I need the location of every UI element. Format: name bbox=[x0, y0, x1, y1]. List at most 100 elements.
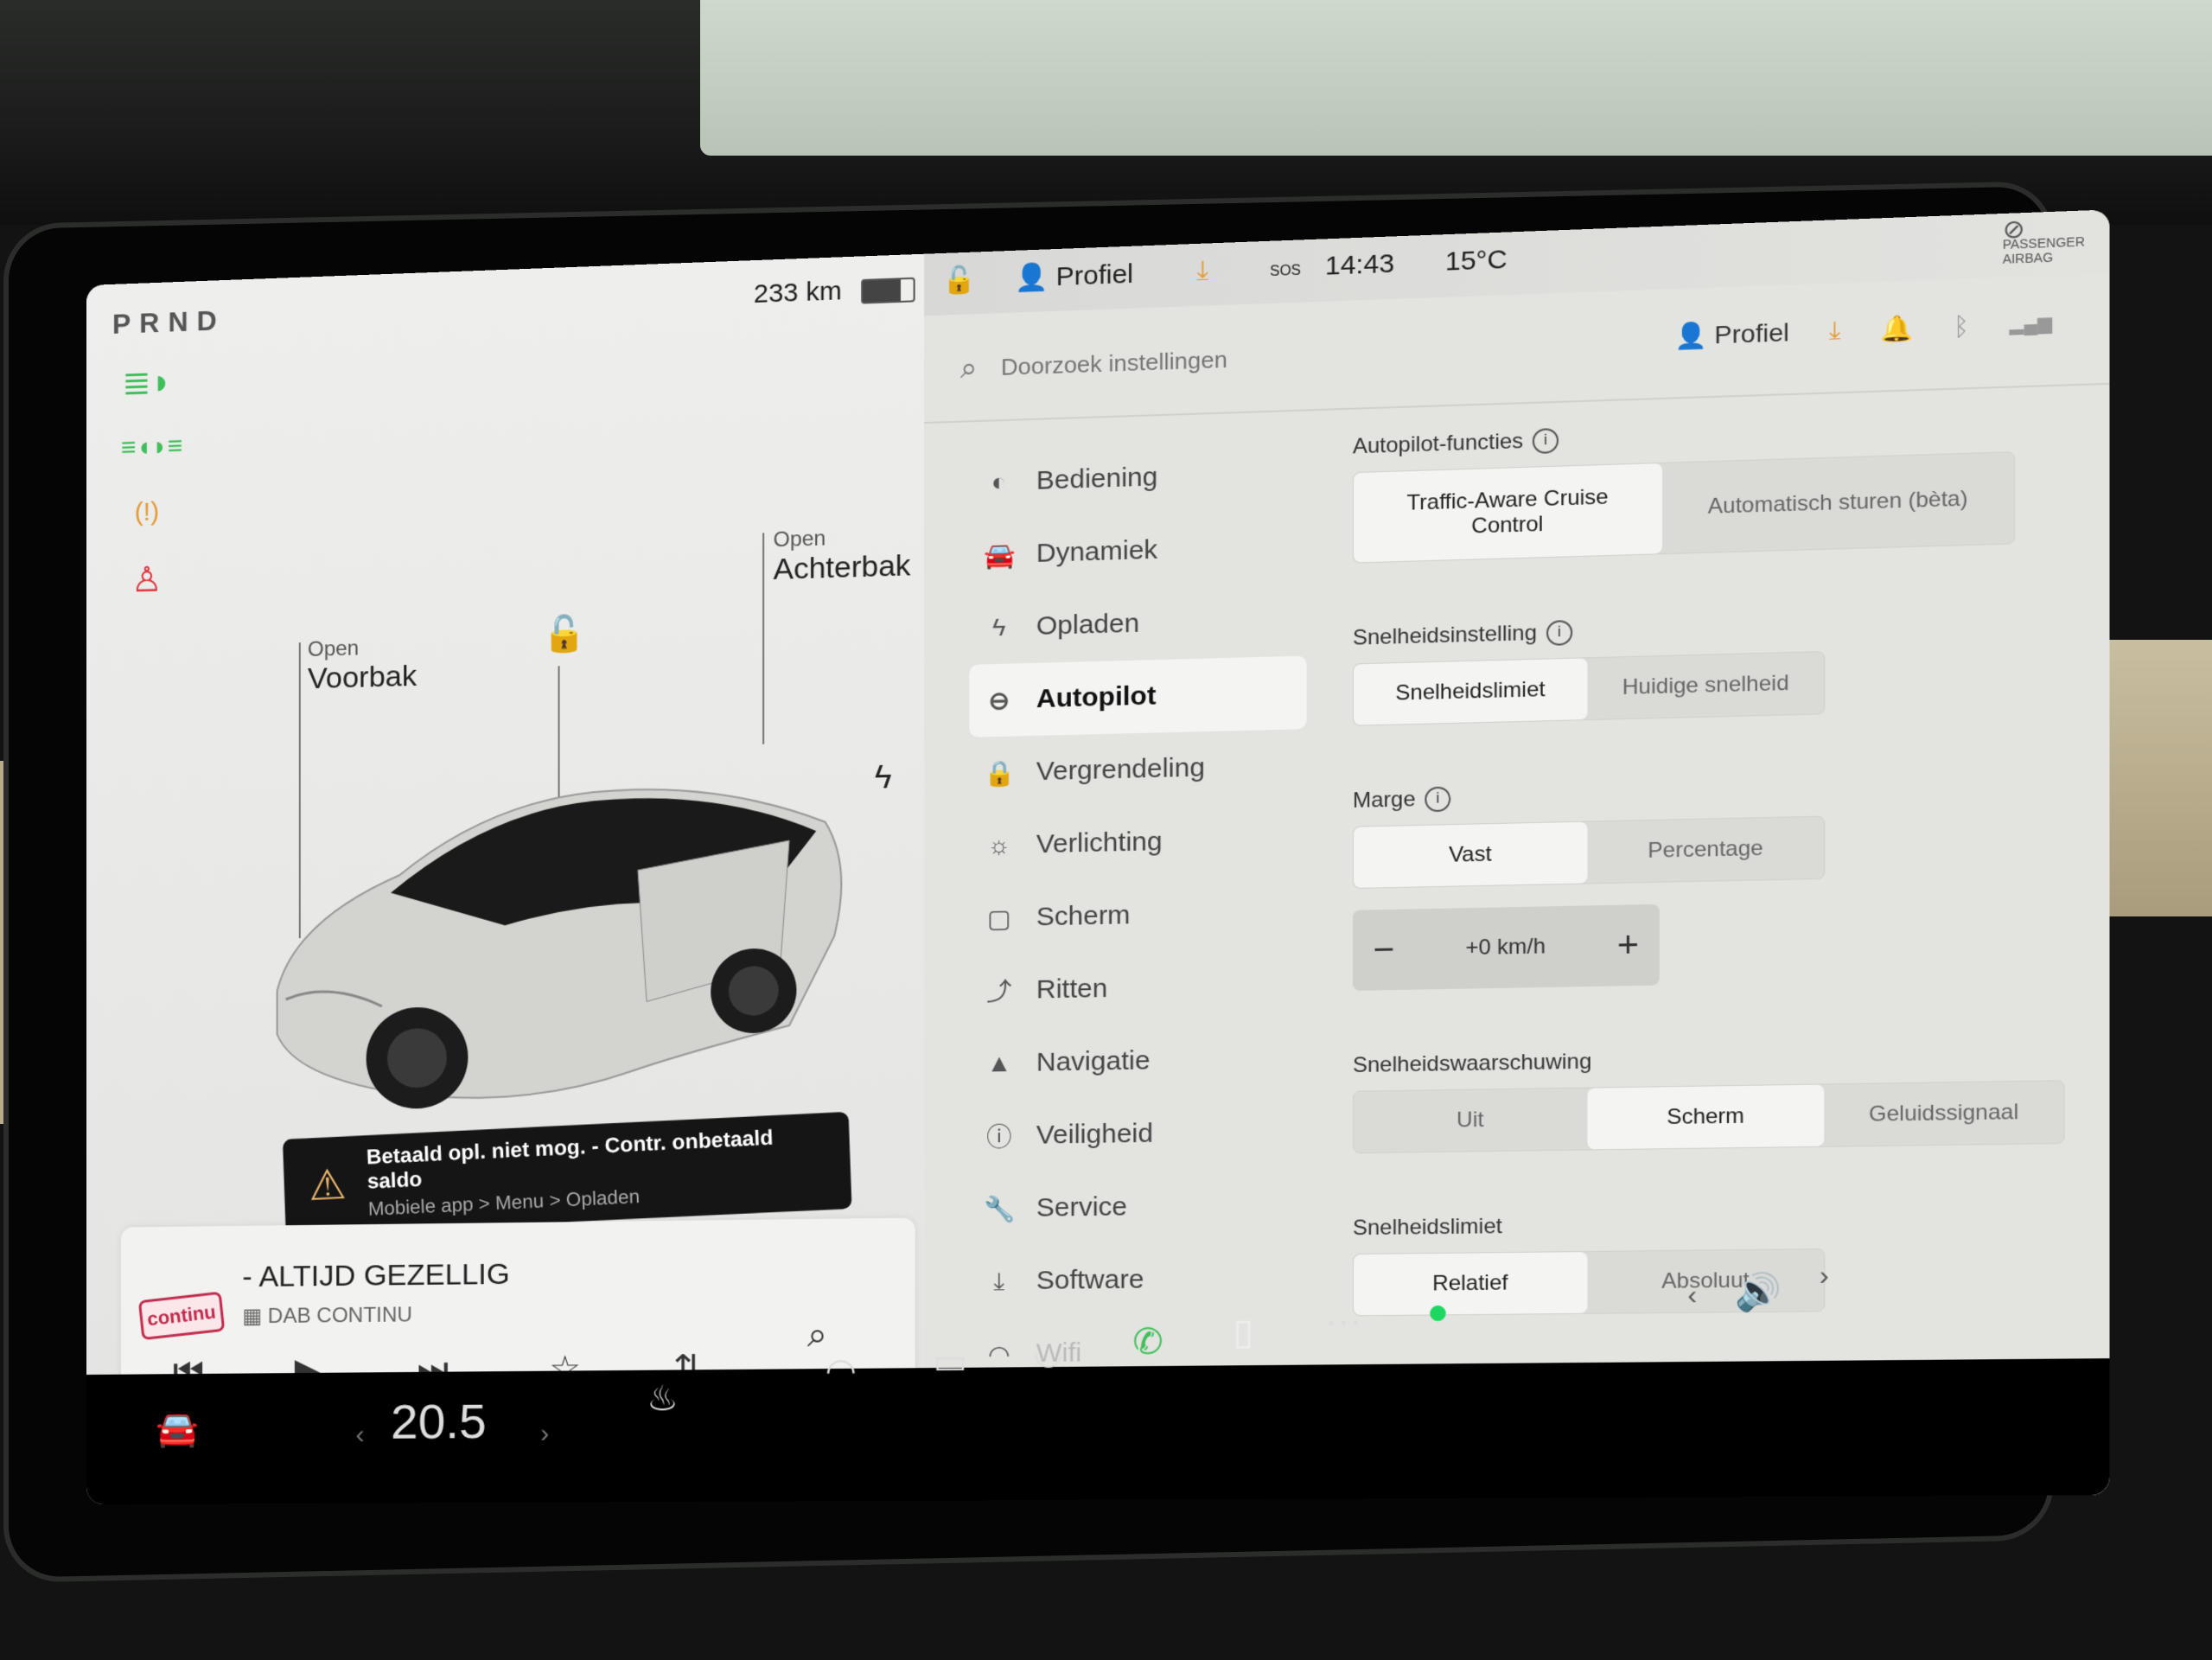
wiper-icon[interactable]: ◡ bbox=[1033, 1331, 1065, 1373]
status-profile[interactable]: 👤 Profiel bbox=[1015, 259, 1133, 294]
option-relatief[interactable]: Relatief bbox=[1353, 1252, 1588, 1316]
parking-lights-icon: ≡◖◗≡ bbox=[120, 431, 183, 463]
option-snelheidslimiet[interactable]: Snelheidslimiet bbox=[1353, 658, 1588, 725]
option-automatisch-sturen-b-ta-[interactable]: Automatisch sturen (bèta) bbox=[1662, 452, 2014, 553]
cellular-signal-icon: ▂▄▆ bbox=[2009, 313, 2053, 335]
temp-down-button[interactable]: ‹ bbox=[355, 1421, 364, 1450]
volume-icon[interactable]: 🔊 bbox=[1735, 1271, 1782, 1314]
profile-icon: 👤 bbox=[1014, 262, 1056, 294]
autopilot-features-selector: Traffic-Aware Cruise Control Automatisch … bbox=[1352, 451, 2016, 564]
battery-fill bbox=[863, 279, 901, 303]
frunk-action: Open bbox=[307, 636, 360, 662]
phone-icon[interactable]: ✆ bbox=[1132, 1322, 1163, 1363]
info-icon[interactable]: i bbox=[1532, 427, 1559, 455]
charging-alert[interactable]: ⚠ Betaald opl. niet mog. - Contr. onbeta… bbox=[282, 1111, 852, 1235]
vehicle-panel: PRND 233 km ≣◗ ≡◖◗≡ (!) ♙ Open Voorbak 🔓… bbox=[86, 253, 925, 1427]
option-geluidssignaal[interactable]: Geluidssignaal bbox=[1824, 1081, 2063, 1146]
autopilot-features-label: Autopilot-functies i bbox=[1353, 412, 2029, 459]
navigation-icon: ▲ bbox=[986, 1049, 1012, 1077]
software-update-icon[interactable]: ⤓ bbox=[1829, 316, 1841, 346]
info-icon[interactable]: i bbox=[1546, 620, 1572, 646]
sidebar-item-service[interactable]: 🔧 Service bbox=[969, 1168, 1306, 1245]
margin-stepper: − +0 km/h + bbox=[1352, 903, 1660, 991]
sidebar-item-bediening[interactable]: ◐ Bediening bbox=[969, 436, 1306, 520]
option-vast[interactable]: Vast bbox=[1353, 821, 1588, 888]
car-icon[interactable]: 🚘 bbox=[156, 1408, 199, 1449]
sidebar-item-ritten[interactable]: ⤴ Ritten bbox=[969, 948, 1306, 1027]
sidebar-item-opladen[interactable]: ϟ Opladen bbox=[969, 583, 1306, 665]
outside-temperature: 15°C bbox=[1444, 245, 1508, 277]
sidebar-item-autopilot[interactable]: ⊖ Autopilot bbox=[969, 655, 1307, 737]
warning-icon: ⚠ bbox=[308, 1161, 347, 1210]
lock-status-icon[interactable]: 🔓 bbox=[942, 265, 976, 297]
lock-icon: 🔒 bbox=[984, 758, 1016, 788]
media-search-icon[interactable]: ⌕ bbox=[807, 1316, 827, 1356]
more-apps-icon[interactable]: ⋯ bbox=[1325, 1302, 1362, 1344]
sidebar-item-navigatie[interactable]: ▲ Navigatie bbox=[969, 1022, 1306, 1101]
charge-port-icon[interactable]: ϟ bbox=[875, 759, 892, 796]
cabin-temperature: 20.5 bbox=[391, 1393, 487, 1449]
seatbelt-icon: ♙ bbox=[131, 560, 163, 600]
profile-icon: 👤 bbox=[1674, 321, 1715, 351]
sidebar-item-veiligheid[interactable]: ⓘ Veiligheid bbox=[969, 1095, 1306, 1173]
trunk-pointer-line bbox=[762, 533, 765, 744]
settings-search[interactable]: ⌕ bbox=[959, 335, 1462, 386]
settings-search-input[interactable] bbox=[998, 336, 1462, 383]
tire-pressure-icon: (!) bbox=[134, 497, 160, 527]
bluetooth-icon[interactable]: ᛒ bbox=[1954, 311, 1970, 341]
settings-profile[interactable]: 👤 Profiel bbox=[1674, 317, 1789, 351]
option-uit[interactable]: Uit bbox=[1354, 1089, 1587, 1152]
sidebar-item-label: Dynamiek bbox=[1036, 535, 1158, 569]
increase-button[interactable]: + bbox=[1617, 925, 1639, 966]
status-profile-label: Profiel bbox=[1055, 259, 1134, 292]
info-icon[interactable]: i bbox=[1425, 786, 1451, 813]
sidebar-item-dynamiek[interactable]: 🚘 Dynamiek bbox=[969, 509, 1306, 592]
speed-warning-title: Snelheidswaarschuwing bbox=[1352, 1049, 1592, 1078]
option-huidige-snelheid[interactable]: Huidige snelheid bbox=[1587, 652, 1824, 719]
frunk-button[interactable]: Open Voorbak bbox=[308, 635, 417, 696]
sidebar-item-software[interactable]: ⤓ Software bbox=[969, 1242, 1306, 1318]
sidebar-item-vergrendeling[interactable]: 🔒 Vergrendeling bbox=[969, 729, 1306, 810]
toggle-icon: ◐ bbox=[991, 468, 1007, 496]
light-icon: ☼ bbox=[987, 831, 1011, 859]
sidebar-item-scherm[interactable]: ▢ Scherm bbox=[969, 876, 1306, 955]
sos-icon[interactable]: SOS bbox=[1270, 263, 1301, 280]
search-icon: ⌕ bbox=[959, 351, 978, 386]
sidebar-item-label: Autopilot bbox=[1036, 680, 1157, 714]
calendar-app-icon[interactable]: ▯ bbox=[1233, 1312, 1253, 1353]
update-download-icon[interactable]: ⤓ bbox=[1196, 256, 1208, 287]
option-traffic-aware-cruise-control[interactable]: Traffic-Aware Cruise Control bbox=[1353, 463, 1663, 563]
decrease-button[interactable]: − bbox=[1373, 929, 1394, 970]
front-defrost-icon[interactable]: ◠ bbox=[826, 1350, 857, 1391]
sidebar-item-label: Scherm bbox=[1036, 900, 1131, 932]
speed-limit-label: Snelheidslimiet bbox=[1353, 1208, 2029, 1241]
seat-heater-icon[interactable]: ♨ bbox=[647, 1379, 679, 1420]
speed-limit-title: Snelheidslimiet bbox=[1352, 1214, 1502, 1241]
settings-profile-label: Profiel bbox=[1714, 318, 1789, 349]
volume-down-button[interactable]: ‹ bbox=[1687, 1280, 1697, 1312]
sidebar-item-verlichting[interactable]: ☼ Verlichting bbox=[969, 802, 1306, 883]
media-source: ▦ DAB CONTINU bbox=[242, 1302, 412, 1329]
safety-icon: ⓘ bbox=[986, 1123, 1012, 1152]
notification-bell-icon[interactable]: 🔔 bbox=[1880, 313, 1913, 344]
temp-up-button[interactable]: › bbox=[540, 1419, 549, 1448]
volume-up-button[interactable]: › bbox=[1820, 1261, 1829, 1293]
battery-icon bbox=[861, 277, 915, 304]
settings-panel: ⌕ 👤 Profiel ⤓ 🔔 ᛒ ▂▄▆ ◐ Bediening 🚘 Dynamie… bbox=[924, 273, 2110, 1501]
radio-icon: ▦ bbox=[242, 1304, 268, 1329]
margin-label: Marge i bbox=[1353, 773, 2029, 814]
spotify-icon[interactable]: ● bbox=[1426, 1292, 1449, 1332]
option-scherm[interactable]: Scherm bbox=[1587, 1084, 1825, 1150]
bolt-icon: ϟ bbox=[992, 613, 1006, 642]
passenger-airbag-indicator: ⊘ PASSENGER AIRBAG bbox=[2003, 214, 2085, 266]
unlock-icon[interactable]: 🔓 bbox=[542, 613, 586, 655]
clock: 14:43 bbox=[1324, 248, 1395, 281]
rear-defrost-icon[interactable]: ▭ bbox=[934, 1341, 967, 1382]
trunk-button[interactable]: Open Achterbak bbox=[774, 524, 911, 587]
sidebar-item-label: Navigatie bbox=[1036, 1045, 1151, 1077]
background-windshield bbox=[700, 0, 2212, 156]
option-percentage[interactable]: Percentage bbox=[1587, 817, 1824, 884]
option-absoluut[interactable]: Absoluut bbox=[1587, 1249, 1824, 1313]
speed-warning-selector: Uit Scherm Geluidssignaal bbox=[1352, 1080, 2065, 1154]
wifi-icon: ◠ bbox=[988, 1340, 1010, 1369]
